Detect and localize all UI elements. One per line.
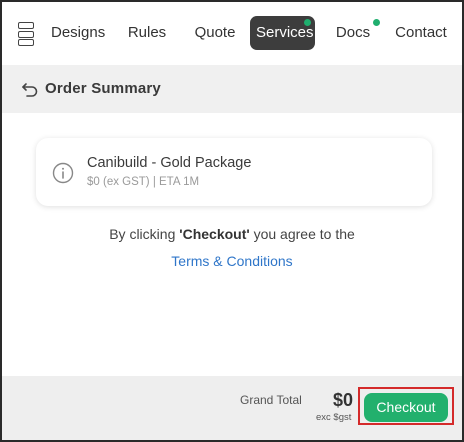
- menu-icon[interactable]: [18, 22, 34, 46]
- grand-total-value: $0: [333, 390, 354, 410]
- nav-item-contact[interactable]: Contact: [394, 16, 448, 50]
- footer-bar: Grand Total $0 exc $gst Checkout: [2, 376, 462, 440]
- grand-total-sub: exc $gst: [316, 412, 352, 423]
- package-meta: $0 (ex GST) | ETA 1M: [87, 176, 200, 188]
- notification-dot: [304, 19, 311, 26]
- info-icon: [52, 162, 74, 184]
- grand-total-label: Grand Total: [240, 393, 302, 407]
- package-name: Canibuild - Gold Package: [87, 155, 252, 171]
- nav-item-quote[interactable]: Quote: [192, 16, 238, 50]
- package-card: Canibuild - Gold Package $0 (ex GST) | E…: [36, 138, 432, 206]
- terms-link[interactable]: Terms & Conditions: [2, 253, 462, 269]
- agreement-prefix: By clicking: [109, 226, 180, 242]
- order-summary-header: Order Summary: [2, 65, 462, 113]
- back-arrow-icon[interactable]: [21, 81, 39, 97]
- app-frame: Designs Rules Quote Services Docs Contac…: [0, 0, 464, 442]
- notification-dot: [373, 19, 380, 26]
- nav-item-designs[interactable]: Designs: [51, 16, 105, 50]
- page-title: Order Summary: [45, 80, 161, 97]
- top-navigation: Designs Rules Quote Services Docs Contac…: [2, 2, 462, 64]
- agreement-text: By clicking 'Checkout' you agree to the: [2, 226, 462, 242]
- agreement-bold: 'Checkout': [179, 226, 250, 242]
- agreement-suffix: you agree to the: [249, 226, 355, 242]
- nav-item-rules[interactable]: Rules: [127, 16, 167, 50]
- checkout-button[interactable]: Checkout: [364, 393, 448, 422]
- nav-item-docs[interactable]: Docs: [335, 16, 371, 50]
